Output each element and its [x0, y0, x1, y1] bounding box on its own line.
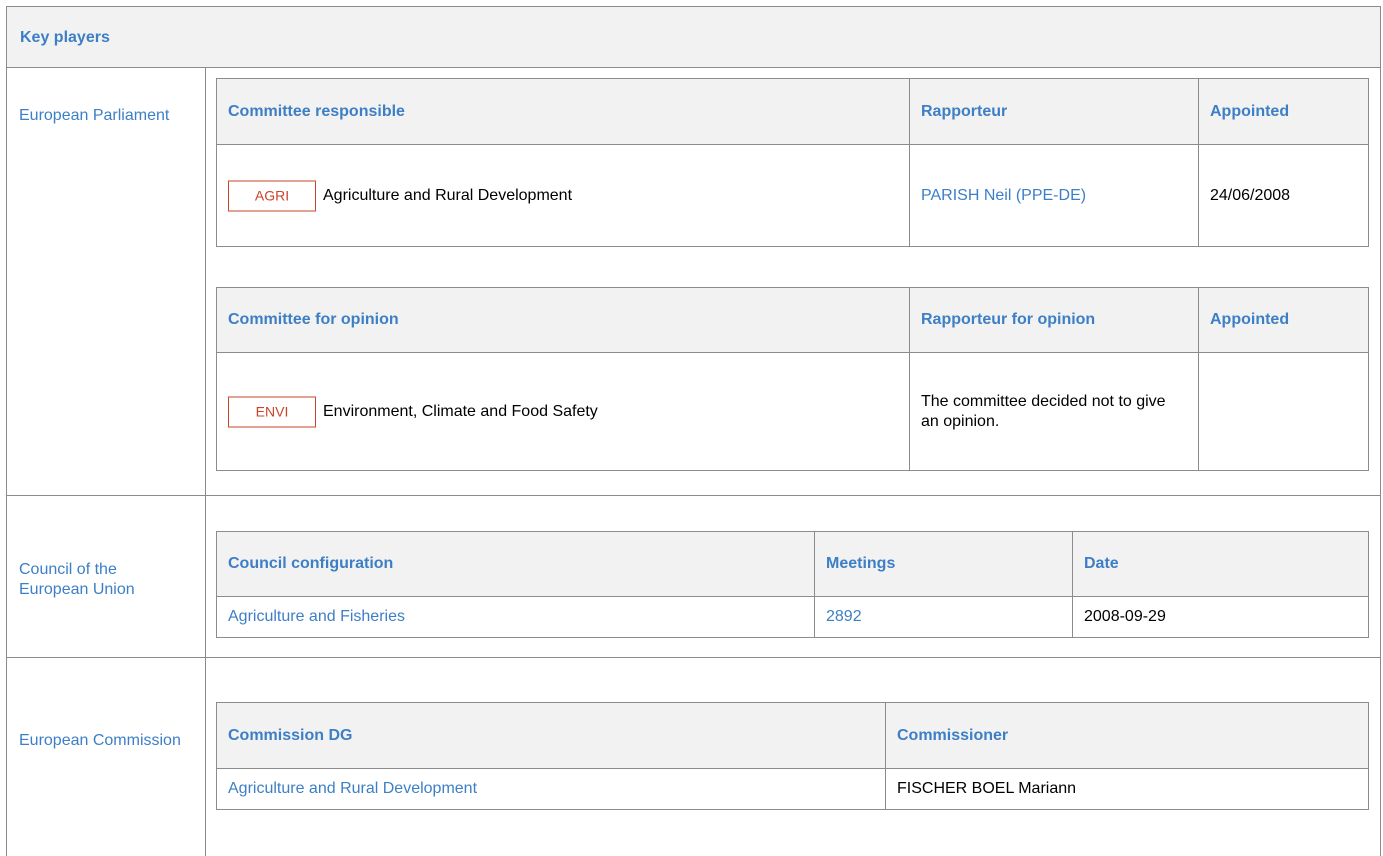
committee-cell: ENVI Environment, Climate and Food Safet…	[217, 353, 909, 470]
table-row: Agriculture and Rural Development FISCHE…	[217, 769, 1368, 809]
dg-cell: Agriculture and Rural Development	[217, 769, 885, 809]
table-header-row: Council configuration Meetings Date	[217, 532, 1368, 597]
table-row: AGRI Agriculture and Rural Development P…	[217, 145, 1368, 246]
header-cell: Meetings	[814, 532, 1072, 596]
section-header: Key players	[6, 6, 1381, 68]
table-row: ENVI Environment, Climate and Food Safet…	[217, 353, 1368, 470]
table-row: Agriculture and Fisheries 2892 2008-09-2…	[217, 597, 1368, 637]
header-cell: Date	[1072, 532, 1368, 596]
commission-label-cell: European Commission	[6, 658, 206, 856]
council-content-cell: Council configuration Meetings Date Agri…	[206, 496, 1381, 658]
key-players-panel: Key players European Parliament Committe…	[0, 0, 1383, 856]
committee-badge-agri[interactable]: AGRI	[228, 180, 316, 211]
committee-opinion-table: Committee for opinion Rapporteur for opi…	[216, 287, 1369, 471]
header-commissioner: Commissioner	[897, 726, 1009, 744]
header-appointed: Appointed	[1210, 102, 1290, 120]
parliament-content-cell: Committee responsible Rapporteur Appoint…	[206, 68, 1381, 496]
council-label-cell: Council of the European Union	[6, 496, 206, 658]
council-label[interactable]: Council of the European Union	[19, 560, 189, 600]
header-cell: Committee for opinion	[217, 288, 909, 352]
table-header-row: Committee responsible Rapporteur Appoint…	[217, 79, 1368, 145]
header-council-configuration: Council configuration	[228, 555, 394, 572]
header-date: Date	[1084, 555, 1119, 572]
configuration-cell: Agriculture and Fisheries	[217, 597, 814, 637]
header-rapporteur: Rapporteur	[921, 102, 1008, 120]
header-appointed: Appointed	[1210, 311, 1290, 328]
rapporteur-link[interactable]: PARISH Neil (PPE-DE)	[921, 186, 1086, 206]
parliament-label[interactable]: European Parliament	[19, 106, 189, 126]
council-table: Council configuration Meetings Date Agri…	[216, 531, 1369, 638]
configuration-link[interactable]: Agriculture and Fisheries	[228, 607, 405, 627]
rapporteur-cell: The committee decided not to give an opi…	[909, 353, 1198, 470]
header-meetings: Meetings	[826, 555, 896, 572]
appointed-cell	[1198, 353, 1368, 470]
meeting-date: 2008-09-29	[1084, 608, 1166, 625]
meeting-link[interactable]: 2892	[826, 607, 862, 627]
committee-cell: AGRI Agriculture and Rural Development	[217, 145, 909, 246]
commission-label[interactable]: European Commission	[19, 731, 189, 751]
header-cell: Rapporteur	[909, 79, 1198, 144]
rapporteur-cell: PARISH Neil (PPE-DE)	[909, 145, 1198, 246]
meetings-cell: 2892	[814, 597, 1072, 637]
commissioner-name: FISCHER BOEL Mariann	[897, 780, 1077, 797]
section-title: Key players	[20, 29, 110, 46]
dg-link[interactable]: Agriculture and Rural Development	[228, 779, 477, 799]
header-cell: Committee responsible	[217, 79, 909, 144]
header-committee-opinion: Committee for opinion	[228, 311, 399, 328]
header-cell: Commission DG	[217, 703, 885, 768]
date-cell: 2008-09-29	[1072, 597, 1368, 637]
table-header-row: Committee for opinion Rapporteur for opi…	[217, 288, 1368, 353]
commission-table: Commission DG Commissioner Agriculture a…	[216, 702, 1369, 810]
committee-name: Environment, Climate and Food Safety	[323, 402, 598, 420]
header-cell: Rapporteur for opinion	[909, 288, 1198, 352]
header-committee-responsible: Committee responsible	[228, 102, 405, 120]
committee-responsible-table: Committee responsible Rapporteur Appoint…	[216, 78, 1369, 247]
committee-badge-envi[interactable]: ENVI	[228, 396, 316, 427]
committee-name: Agriculture and Rural Development	[323, 186, 573, 204]
header-commission-dg: Commission DG	[228, 726, 353, 744]
header-cell: Commissioner	[885, 703, 1368, 768]
header-cell: Appointed	[1198, 79, 1368, 144]
parliament-label-cell: European Parliament	[6, 68, 206, 496]
commissioner-cell: FISCHER BOEL Mariann	[885, 769, 1368, 809]
header-rapporteur-opinion: Rapporteur for opinion	[921, 311, 1096, 328]
commission-content-cell: Commission DG Commissioner Agriculture a…	[206, 658, 1381, 856]
header-cell: Appointed	[1198, 288, 1368, 352]
header-cell: Council configuration	[217, 532, 814, 596]
appointed-cell: 24/06/2008	[1198, 145, 1368, 246]
appointed-date: 24/06/2008	[1210, 186, 1291, 204]
rapporteur-note: The committee decided not to give an opi…	[921, 392, 1166, 430]
table-header-row: Commission DG Commissioner	[217, 703, 1368, 769]
